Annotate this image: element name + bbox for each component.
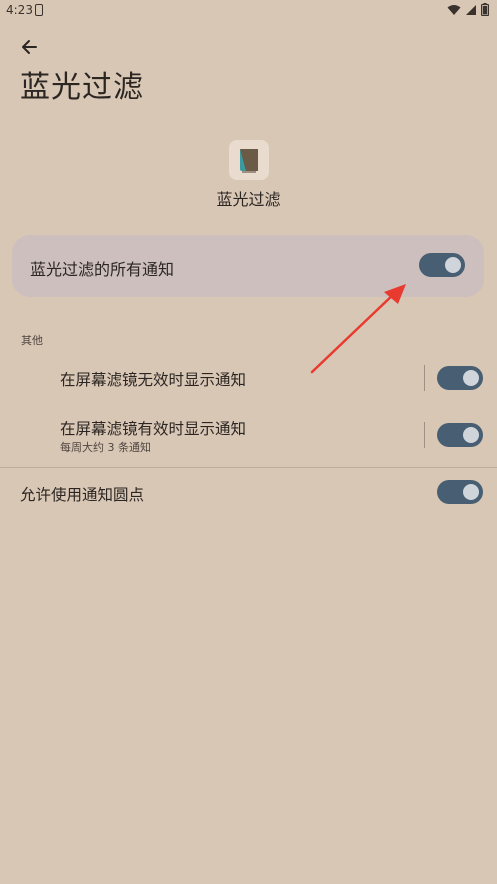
row-notification-dot[interactable]: 允许使用通知圆点 xyxy=(0,478,497,508)
status-icons xyxy=(447,3,489,16)
filter-inactive-toggle[interactable] xyxy=(437,366,483,390)
row-subtitle: 每周大约 3 条通知 xyxy=(60,441,151,454)
toggle-knob xyxy=(463,484,479,500)
blue-light-filter-icon xyxy=(240,149,258,173)
back-button[interactable] xyxy=(18,36,44,58)
row-title: 允许使用通知圆点 xyxy=(20,486,145,504)
row-filter-inactive[interactable]: 在屏幕滤镜无效时显示通知 xyxy=(0,362,497,394)
arrow-back-icon xyxy=(22,40,37,54)
app-name: 蓝光过滤 xyxy=(216,190,281,209)
filter-active-toggle[interactable] xyxy=(437,423,483,447)
all-notifications-toggle[interactable] xyxy=(419,253,465,277)
status-bar: 4:23 xyxy=(0,0,497,22)
divider xyxy=(424,422,425,448)
toggle-knob xyxy=(445,257,461,273)
wifi-icon xyxy=(447,4,461,15)
all-notifications-card[interactable]: 蓝光过滤的所有通知 xyxy=(12,235,484,297)
signal-icon xyxy=(466,4,476,15)
divider xyxy=(424,365,425,391)
section-divider xyxy=(0,467,497,468)
notification-icon xyxy=(35,4,43,16)
row-title: 在屏幕滤镜有效时显示通知 xyxy=(60,420,247,438)
all-notifications-label: 蓝光过滤的所有通知 xyxy=(30,260,175,279)
row-filter-active[interactable]: 在屏幕滤镜有效时显示通知 每周大约 3 条通知 xyxy=(0,414,497,458)
row-title: 在屏幕滤镜无效时显示通知 xyxy=(60,371,247,389)
battery-icon xyxy=(481,3,489,16)
page-title: 蓝光过滤 xyxy=(20,70,144,105)
toggle-knob xyxy=(463,370,479,386)
app-icon xyxy=(229,140,269,180)
toggle-knob xyxy=(463,427,479,443)
status-time: 4:23 xyxy=(6,3,33,17)
notification-dot-toggle[interactable] xyxy=(437,480,483,504)
section-header: 其他 xyxy=(21,334,43,347)
